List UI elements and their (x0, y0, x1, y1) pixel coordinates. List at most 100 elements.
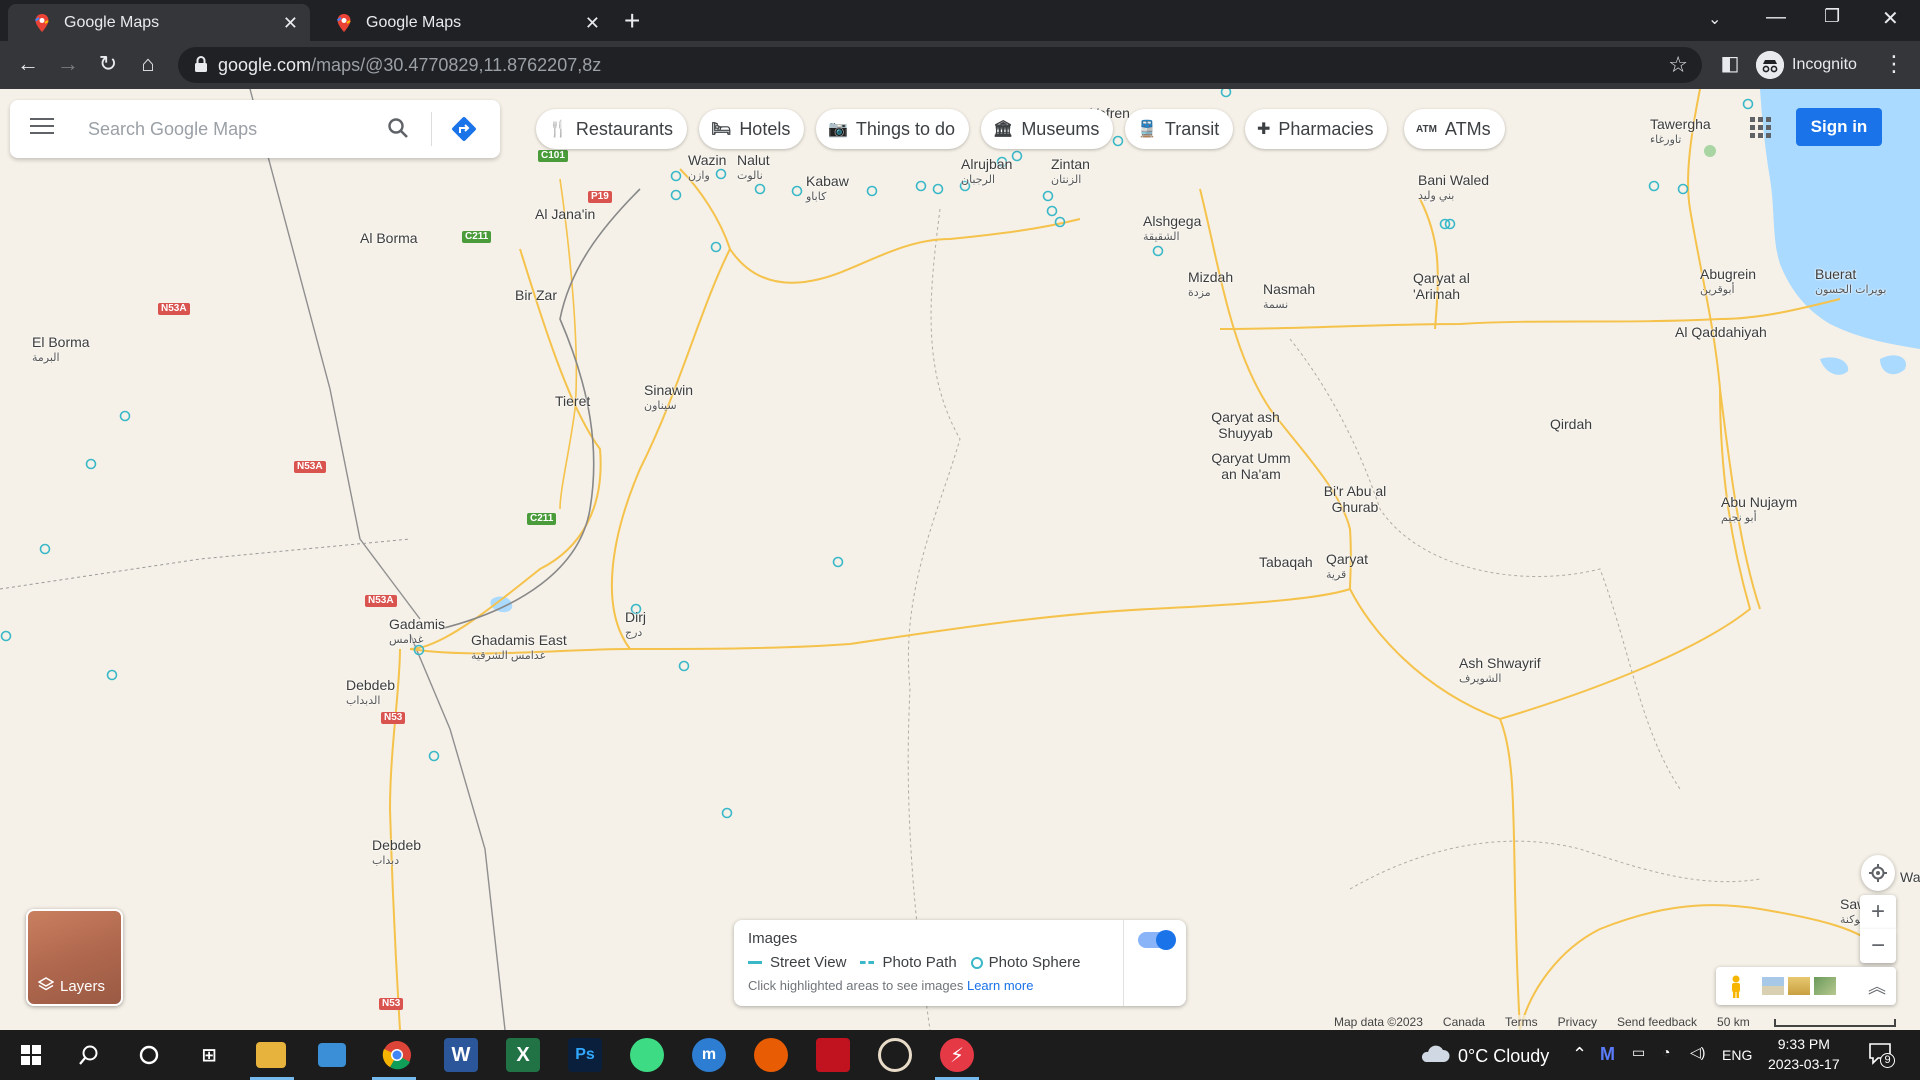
zoom-out-button[interactable]: − (1860, 929, 1896, 963)
address-bar[interactable]: google.com/maps/@30.4770829,11.8762207,8… (178, 47, 1702, 83)
my-location-button[interactable] (1861, 855, 1895, 891)
place-label-tawergha[interactable]: Tawergha تاورغاء (1650, 116, 1711, 148)
hamburger-menu-icon[interactable] (30, 118, 54, 139)
clock[interactable]: 9:33 PM 2023-03-17 (1768, 1034, 1840, 1074)
imagery-thumbnail-1[interactable] (1762, 977, 1784, 995)
media-player-icon[interactable] (878, 1038, 912, 1072)
zoom-in-button[interactable]: + (1860, 895, 1896, 929)
excel-icon[interactable]: X (506, 1038, 540, 1072)
place-label-qaryat-umm-an-naam[interactable]: Qaryat Umm an Na'am (1203, 450, 1299, 482)
show-hidden-icons[interactable]: ⌃ (1572, 1044, 1587, 1065)
android-app-icon[interactable] (630, 1038, 664, 1072)
new-tab-button[interactable]: + (624, 6, 640, 36)
task-view-icon[interactable]: ⊞ (192, 1038, 226, 1072)
place-label-tieret[interactable]: Tieret (555, 393, 590, 409)
word-icon[interactable]: W (444, 1038, 478, 1072)
place-label-al-borma[interactable]: Al Borma (360, 230, 418, 246)
place-label-bir-abu-al-ghurab[interactable]: Bi'r Abu al Ghurab (1322, 483, 1388, 515)
images-toggle[interactable] (1138, 930, 1176, 950)
wifi-icon[interactable]: ◔ (1662, 1044, 1670, 1060)
place-label-qaryat-ash-shuyyab[interactable]: Qaryat ash Shuyyab (1198, 409, 1293, 441)
reload-icon[interactable]: ↻ (94, 51, 122, 77)
place-label-gadamis[interactable]: Gadamis غدامس (389, 616, 445, 648)
place-label-abu-nujaym[interactable]: Abu Nujaym أبو نجيم (1721, 494, 1797, 526)
restore-icon[interactable]: ❐ (1824, 6, 1840, 27)
language-indicator[interactable]: ENG (1722, 1047, 1752, 1063)
incognito-indicator[interactable]: Incognito (1756, 50, 1857, 80)
tab-google-maps-1[interactable]: Google Maps ✕ (8, 4, 310, 41)
place-label-ash-shwayrif[interactable]: Ash Shwayrif الشويرف (1459, 655, 1541, 687)
place-label-wa[interactable]: Wa (1900, 869, 1920, 885)
chrome-icon[interactable] (380, 1038, 414, 1072)
notifications-icon[interactable]: 9 (1868, 1042, 1895, 1071)
map-canvas[interactable]: Wazin وازن Nalut نالوت Kabaw كاباو Alrujban… (0, 89, 1920, 1030)
directions-icon[interactable] (450, 115, 478, 148)
place-label-nalut[interactable]: Nalut نالوت (737, 152, 770, 184)
close-tab-icon[interactable]: ✕ (283, 13, 298, 34)
place-label-mizdah[interactable]: Mizdah مزدة (1188, 269, 1233, 301)
place-label-qirdah[interactable]: Qirdah (1550, 416, 1592, 432)
forward-icon[interactable]: → (54, 51, 82, 77)
chip-atms[interactable]: ATM ATMs (1404, 109, 1505, 149)
chip-pharmacies[interactable]: ✚ Pharmacies (1245, 109, 1388, 149)
tab-search-icon[interactable]: ⌄ (1708, 9, 1721, 29)
cortana-icon[interactable] (132, 1038, 166, 1072)
learn-more-link[interactable]: Learn more (967, 978, 1033, 993)
place-label-al-janain[interactable]: Al Jana'in (535, 206, 595, 222)
place-label-buerat[interactable]: Buerat بويرات الحسون (1815, 266, 1886, 298)
bookmark-star-icon[interactable]: ☆ (1668, 52, 1688, 78)
app-tray-icon[interactable]: M (1600, 1044, 1615, 1065)
place-label-kabaw[interactable]: Kabaw كاباو (806, 173, 849, 205)
search-input[interactable] (88, 117, 378, 141)
place-label-debdeb-2[interactable]: Debdeb دبداب (372, 837, 421, 869)
chip-transit[interactable]: 🚆 Transit (1125, 109, 1234, 149)
minimize-icon[interactable]: — (1766, 6, 1786, 29)
volume-icon[interactable]: ◁) (1690, 1044, 1705, 1061)
place-label-ghadamis-east[interactable]: Ghadamis East غدامس الشرقية (471, 632, 567, 664)
weather-widget[interactable]: 0°C Cloudy (1418, 1044, 1549, 1069)
imagery-thumbnail-3[interactable] (1814, 977, 1836, 995)
chrome-menu-icon[interactable]: ⋮ (1880, 51, 1908, 77)
place-label-qaryat[interactable]: Qaryat قرية (1326, 551, 1368, 583)
google-apps-icon[interactable] (1750, 117, 1772, 139)
place-label-bir-zar[interactable]: Bir Zar (515, 287, 557, 303)
back-icon[interactable]: ← (14, 51, 42, 77)
pegman-icon[interactable] (1728, 975, 1744, 1004)
place-label-wazin[interactable]: Wazin وازن (688, 152, 726, 184)
place-label-bani-waled[interactable]: Bani Waled بني وليد (1418, 172, 1489, 204)
app-icon-mu[interactable]: m (692, 1038, 726, 1072)
chip-restaurants[interactable]: 🍴 Restaurants (536, 109, 687, 149)
place-label-alrujban[interactable]: Alrujban الرجبان (961, 156, 1012, 188)
search-icon[interactable] (386, 116, 410, 145)
place-label-debdeb-1[interactable]: Debdeb الدبداب (346, 677, 395, 709)
chip-museums[interactable]: 🏛 Museums (981, 109, 1114, 149)
place-label-dirj[interactable]: Dirj درج (625, 609, 646, 641)
chevron-up-icon[interactable]: ︽ (1868, 973, 1886, 999)
close-window-icon[interactable]: ✕ (1882, 6, 1899, 31)
place-label-el-borma[interactable]: El Borma البرمة (32, 334, 90, 366)
scale-label[interactable]: 50 km (1717, 1015, 1770, 1030)
control-panel-icon[interactable] (318, 1043, 346, 1067)
place-label-sinawin[interactable]: Sinawin سيناون (644, 382, 693, 414)
place-label-nasmah[interactable]: Nasmah نسمة (1263, 281, 1315, 313)
app-icon-orange[interactable] (754, 1038, 788, 1072)
home-icon[interactable]: ⌂ (134, 51, 162, 77)
layers-button[interactable]: Layers (26, 909, 123, 1006)
windows-start-icon[interactable] (14, 1038, 48, 1072)
photoshop-icon[interactable]: Ps (568, 1038, 602, 1072)
imagery-thumbnail-2[interactable] (1788, 977, 1810, 995)
place-label-al-qaddahiyah[interactable]: Al Qaddahiyah (1675, 324, 1767, 340)
battery-icon[interactable]: ▭ (1632, 1044, 1645, 1061)
app-icon-red[interactable] (816, 1038, 850, 1072)
chip-things-to-do[interactable]: 📷 Things to do (816, 109, 969, 149)
place-label-zintan[interactable]: Zintan الزنتان (1051, 156, 1090, 188)
tab-google-maps-2[interactable]: Google Maps ✕ (310, 4, 612, 41)
place-label-tabaqah[interactable]: Tabaqah (1259, 554, 1313, 570)
search-icon[interactable] (72, 1038, 106, 1072)
chip-hotels[interactable]: 🛏 Hotels (699, 109, 805, 149)
file-explorer-icon[interactable] (256, 1042, 286, 1068)
close-tab-icon[interactable]: ✕ (585, 13, 600, 34)
place-label-abugrein[interactable]: Abugrein أبوقرين (1700, 266, 1756, 298)
place-label-qaryat-al-arimah[interactable]: Qaryat al 'Arimah (1413, 270, 1513, 302)
side-panel-icon[interactable]: ◧ (1716, 51, 1744, 76)
